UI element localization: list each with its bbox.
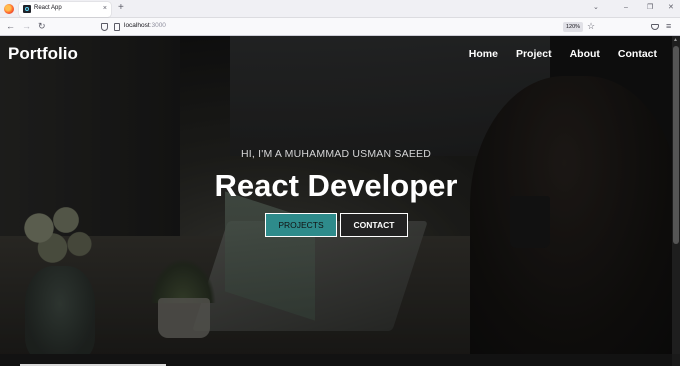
page-icon[interactable] — [114, 23, 120, 31]
nav-home[interactable]: Home — [469, 48, 498, 60]
nav-contact[interactable]: Contact — [618, 48, 657, 60]
browser-nav-bar: ← → ↻ localhost:3000 120% ☆ ≡ — [0, 18, 680, 36]
hero-headline: React Developer — [214, 168, 458, 203]
scrollbar-thumb[interactable] — [673, 46, 679, 244]
tab-close-icon[interactable]: × — [103, 4, 107, 13]
nav-about[interactable]: About — [570, 48, 600, 60]
contact-button[interactable]: CONTACT — [340, 213, 408, 237]
browser-tab-bar: React App × + ⌄ – ❐ ✕ — [0, 0, 680, 18]
shield-icon[interactable] — [101, 23, 108, 31]
back-icon[interactable]: ← — [6, 21, 15, 32]
url-host: localhost — [124, 22, 150, 29]
scroll-up-icon[interactable]: ▲ — [673, 37, 678, 43]
hero-section: Portfolio Home Project About Contact HI,… — [0, 36, 672, 354]
list-tabs-icon[interactable]: ⌄ — [593, 3, 599, 13]
url-port: :3000 — [149, 22, 166, 29]
close-window-icon[interactable]: ✕ — [668, 3, 674, 13]
tab-title: React App — [34, 5, 62, 11]
reload-icon[interactable]: ↻ — [38, 21, 46, 32]
nav-project[interactable]: Project — [516, 48, 552, 60]
hamburger-menu-icon[interactable]: ≡ — [666, 21, 671, 32]
url-bar[interactable]: localhost:3000 — [124, 22, 166, 29]
projects-button[interactable]: PROJECTS — [265, 213, 337, 237]
pocket-icon[interactable] — [651, 24, 659, 30]
site-nav: Home Project About Contact — [469, 48, 657, 60]
browser-tab[interactable]: React App × — [19, 2, 111, 17]
zoom-level-badge[interactable]: 120% — [563, 22, 583, 32]
maximize-icon[interactable]: ❐ — [647, 3, 653, 13]
hero-intro: HI, I'M A MUHAMMAD USMAN SAEED — [240, 148, 432, 160]
minimize-icon[interactable]: – — [624, 3, 628, 13]
firefox-icon[interactable] — [4, 4, 14, 14]
bookmark-star-icon[interactable]: ☆ — [587, 21, 595, 32]
new-tab-button[interactable]: + — [118, 2, 124, 14]
forward-icon[interactable]: → — [22, 21, 31, 32]
site-logo[interactable]: Portfolio — [8, 44, 78, 64]
react-favicon-icon — [23, 5, 31, 13]
